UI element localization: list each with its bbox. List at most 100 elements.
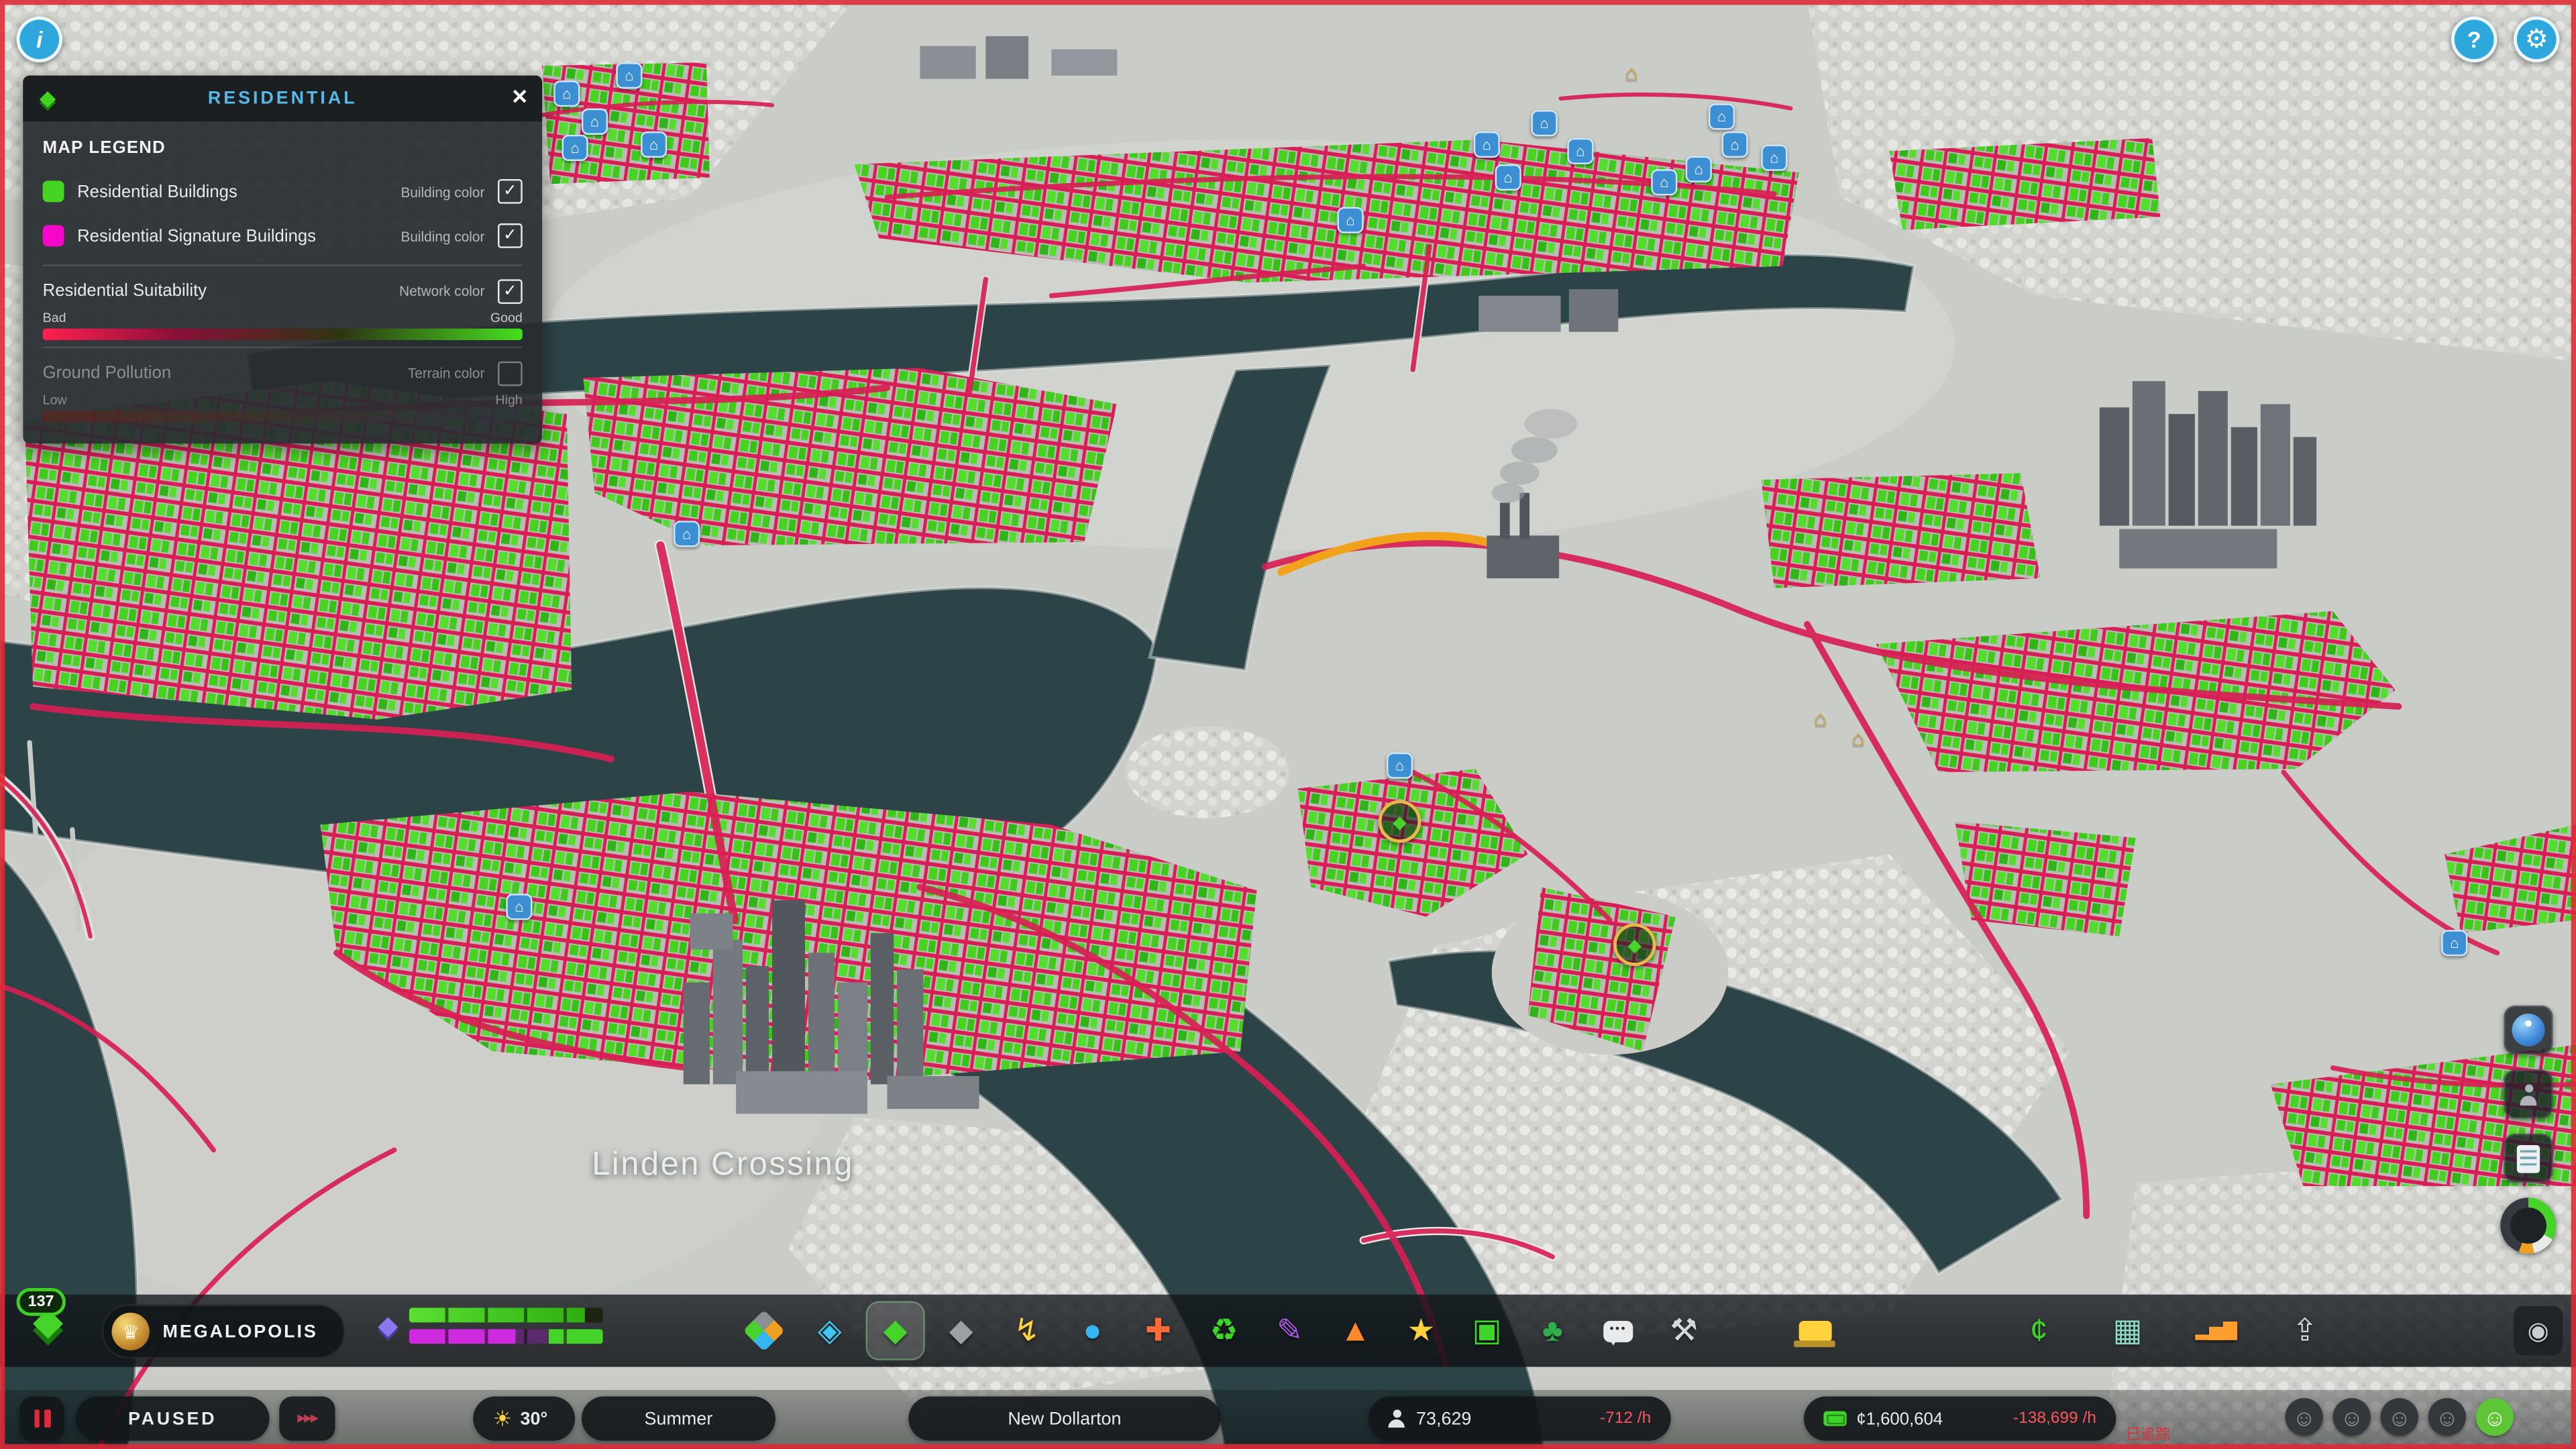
simulation-state-pill[interactable]: PAUSED	[75, 1396, 270, 1441]
zones-tool[interactable]	[736, 1303, 792, 1358]
milestone-button[interactable]: ♛ MEGALOPOLIS	[101, 1304, 346, 1359]
statistics-tool[interactable]: ▂▅▇	[2188, 1303, 2244, 1358]
happiness-face-3[interactable]: ☺	[2380, 1398, 2418, 1436]
city-journal-tool[interactable]: ▦	[2100, 1303, 2155, 1358]
building-map-marker[interactable]: ⌂	[506, 894, 533, 920]
temperature-value: 30°	[520, 1409, 548, 1429]
building-map-marker[interactable]: ⌂	[581, 108, 608, 135]
pause-button[interactable]	[19, 1396, 64, 1441]
economy-tool[interactable]: ¢	[2011, 1303, 2067, 1358]
building-map-marker[interactable]: ⌂	[1721, 131, 1748, 158]
happiness-face-1[interactable]: ☺	[2285, 1398, 2323, 1436]
building-map-marker[interactable]: ⌂	[1386, 752, 1413, 779]
garbage-tool[interactable]: ♻	[1196, 1303, 1252, 1358]
building-map-marker[interactable]: ⌂	[1651, 169, 1678, 196]
education-tool[interactable]: ✎	[1262, 1303, 1318, 1358]
pollution-section: Ground Pollution Terrain color Low High	[42, 346, 523, 423]
happiness-face-2[interactable]: ☺	[2332, 1398, 2371, 1436]
milestone-progress-dial[interactable]	[2500, 1197, 2557, 1254]
building-map-marker[interactable]: ⌂	[1708, 103, 1735, 130]
signature-color-swatch	[42, 225, 64, 247]
gear-icon: ⚙	[2524, 26, 2548, 54]
signature-building-marker[interactable]: ◆	[1613, 923, 1656, 967]
temperature-pill[interactable]: ☀ 30°	[473, 1396, 576, 1441]
building-map-marker[interactable]: ⌂	[1531, 110, 1558, 137]
city-name: New Dollarton	[1008, 1409, 1122, 1429]
photo-mode-icon: ◉	[2527, 1316, 2549, 1345]
building-map-marker[interactable]: ⌂	[616, 62, 643, 89]
roads-tool[interactable]: ◆	[933, 1303, 989, 1358]
speed-button[interactable]: ▸▸▸	[279, 1396, 335, 1441]
bulldozer-tool[interactable]	[1787, 1303, 1843, 1358]
game-screen: ⌂ ⌂ ⌂ ⌂ ⌂ ⌂ ⌂ ⌂ ⌂ ⌂ ⌂ ⌂ ⌂ ⌂ ⌂ ⌂ ⌂ ⌂ ⌂ ⌂ ⌂ ⌂ ◆ ◆ Linden Crossing…	[0, 0, 2576, 1449]
building-map-marker[interactable]: ⌂	[641, 131, 667, 158]
building-map-marker[interactable]: ⌂	[1685, 156, 1712, 182]
journal-button[interactable]	[2504, 1133, 2553, 1183]
infoviews-icon: ◆	[883, 1313, 908, 1348]
police-tool[interactable]: ★	[1393, 1303, 1449, 1358]
info-button[interactable]: i	[16, 16, 63, 63]
settings-button[interactable]: ⚙	[2513, 16, 2560, 63]
population-pill[interactable]: 73,629 -712 /h	[1368, 1396, 1671, 1441]
xp-progress-group[interactable]: ◆	[378, 1307, 604, 1344]
xp-level-button[interactable]: ◆ 137	[16, 1288, 92, 1365]
recorder-watermark: 已追踪	[2125, 1426, 2171, 1443]
season-pill[interactable]: Summer	[581, 1396, 775, 1441]
communications-tool[interactable]: •••	[1591, 1303, 1646, 1358]
landmark-house-icon[interactable]: ⌂	[1814, 706, 1827, 731]
fire-rescue-tool[interactable]: ▲	[1328, 1303, 1383, 1358]
happiness-face-4[interactable]: ☺	[2428, 1398, 2466, 1436]
electricity-tool[interactable]: ↯	[999, 1303, 1055, 1358]
bulldozer-icon	[1794, 1320, 1835, 1346]
parks-recreation-tool[interactable]: ♣	[1525, 1303, 1580, 1358]
building-map-marker[interactable]: ⌂	[1567, 138, 1594, 164]
building-map-marker[interactable]: ⌂	[1761, 144, 1788, 171]
city-name-pill[interactable]: New Dollarton	[908, 1396, 1221, 1441]
police-icon: ★	[1407, 1313, 1436, 1348]
gradient-max-label: High	[495, 392, 523, 408]
building-map-marker[interactable]: ⌂	[1337, 207, 1364, 233]
building-map-marker[interactable]: ⌂	[561, 134, 588, 162]
happiness-face-5[interactable]: ☺	[2475, 1398, 2514, 1436]
photo-mode-tool[interactable]: ◉	[2513, 1305, 2563, 1356]
help-button[interactable]: ?	[2451, 16, 2498, 63]
signature-building-marker[interactable]: ◆	[1378, 800, 1421, 843]
signature-buildings-checkbox[interactable]: ✓	[498, 223, 523, 248]
zone-colors-icon	[743, 1309, 785, 1352]
citizen-info-button[interactable]	[2504, 1069, 2553, 1119]
electricity-icon: ↯	[1014, 1313, 1040, 1348]
landscaping-tool[interactable]: ⚒	[1656, 1303, 1712, 1358]
pause-icon	[34, 1409, 40, 1428]
money-pill[interactable]: ¢1,600,604 -138,699 /h	[1803, 1396, 2116, 1441]
legend-label: Residential Buildings	[77, 181, 237, 202]
pollution-checkbox[interactable]	[498, 360, 523, 386]
gem-icon: ◆	[378, 1312, 398, 1341]
gradient-min-label: Bad	[42, 310, 66, 325]
building-map-marker[interactable]: ⌂	[1473, 131, 1500, 158]
money-icon	[1823, 1411, 1847, 1426]
building-map-marker[interactable]: ⌂	[553, 80, 580, 107]
landmark-house-icon[interactable]: ⌂	[1851, 725, 1864, 750]
close-icon[interactable]: ×	[512, 85, 527, 111]
transportation-tool[interactable]: ▣	[1459, 1303, 1515, 1358]
globe-icon	[2512, 1014, 2545, 1047]
panel-title: RESIDENTIAL	[207, 89, 358, 109]
population-icon	[1388, 1409, 1405, 1428]
areas-tool[interactable]: ◈	[802, 1303, 857, 1358]
color-type-label: Building color	[400, 183, 485, 200]
healthcare-tool[interactable]: ✚	[1130, 1303, 1186, 1358]
color-type-label: Terrain color	[407, 364, 485, 382]
globe-button[interactable]	[2504, 1005, 2553, 1055]
parks-recreation-icon: ♣	[1542, 1313, 1563, 1348]
building-map-marker[interactable]: ⌂	[1495, 164, 1521, 191]
building-map-marker[interactable]: ⌂	[2441, 930, 2468, 957]
infoviews-tool[interactable]: ◆	[867, 1303, 924, 1359]
areas-icon: ◈	[817, 1313, 842, 1348]
suitability-checkbox[interactable]: ✓	[498, 278, 523, 303]
building-map-marker[interactable]: ⌂	[674, 521, 700, 547]
upload-tool[interactable]: ⇪	[2277, 1303, 2332, 1358]
landscaping-icon: ⚒	[1670, 1313, 1699, 1348]
water-sewage-tool[interactable]: ●	[1065, 1303, 1120, 1358]
landmark-house-icon[interactable]: ⌂	[1625, 60, 1638, 85]
residential-buildings-checkbox[interactable]: ✓	[498, 178, 523, 204]
